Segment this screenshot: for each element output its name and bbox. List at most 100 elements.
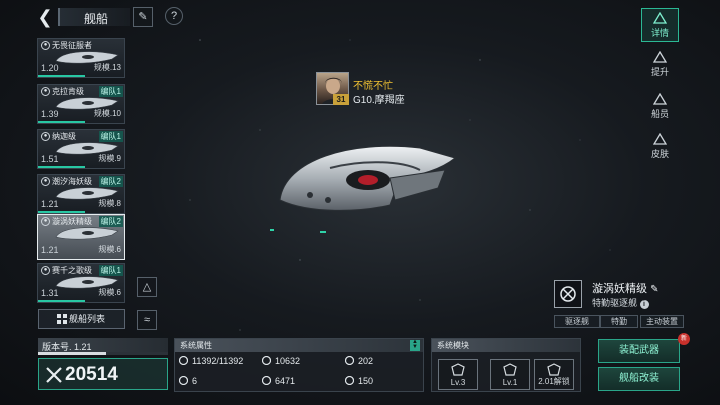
ship-card-name: 潮汐海妖级 [52,177,92,186]
version-progress-track [38,352,168,355]
lock-icon [547,363,561,376]
edit-icon[interactable]: ✎ [133,7,153,27]
ship-card-level: 1.21 [41,199,59,209]
ship-card-name: 无畏征服者 [52,41,92,50]
ship-card[interactable]: ● 漩涡妖精级 编队2 1.21 规模.6 [37,214,125,260]
ship-model[interactable] [270,130,470,235]
ship-card-scale: 规模.6 [98,288,121,297]
tab-detail[interactable]: 详情 [641,8,679,42]
ship-class-emblem-icon [554,280,582,308]
ship-card-progress [38,75,86,77]
module-label: Lv.1 [502,378,518,387]
tab-crew[interactable]: 船员 [641,90,679,120]
rename-pencil-icon[interactable]: ✎ [650,284,658,295]
module-slot[interactable]: Lv.1 [490,359,530,390]
ship-list-button[interactable]: 舰船列表 [38,309,125,329]
tab-label: 提升 [650,67,669,77]
upgrade-icon [653,51,667,63]
stat-cargo: 150 [345,376,373,386]
ship-card-level: 1.21 [41,245,59,255]
ship-card[interactable]: ● 赛千之歌级 编队1 1.31 规模.6 [37,263,125,303]
page-title: 舰船 [84,12,109,26]
module-slot[interactable]: 2.01解锁 [534,359,574,390]
ship-card-team: 编队2 [98,176,123,187]
ship-card[interactable]: ● 无畏征服者 1.20 规模.13 [37,38,125,78]
ship-card-team: 编队1 [98,86,123,97]
ship-card-scale: 规模.6 [98,245,121,254]
module-label: 2.01解锁 [538,377,570,386]
cargo-icon [345,376,354,385]
ship-class-icon: ● [41,132,50,141]
ship-card-team: 编队1 [98,265,123,276]
system-attributes-header: 系统属性 [175,339,423,352]
ship-class-icon: ● [41,41,50,50]
ship-card-team: 编队1 [98,131,123,142]
ship-card-progress [38,211,86,213]
ship-card[interactable]: ● 纳迦级 编队1 1.51 规模.9 [37,129,125,169]
speed-icon [345,356,354,365]
armor-icon [262,356,271,365]
ship-card-name: 纳迦级 [52,132,76,141]
ship-card-name: 克拉肯级 [52,87,84,96]
info-icon[interactable]: i [639,300,649,309]
power-box: 20514 [38,358,168,390]
wing-icon[interactable]: ≈ [137,310,157,330]
grid-icon [57,314,67,324]
tab-label: 详情 [650,28,669,38]
ship-card-level: 1.39 [41,109,59,119]
ship-class-icon: ● [41,177,50,186]
module-label: Lv.3 [450,378,466,387]
stat-grid: 6 [179,376,197,386]
equip-weapon-button[interactable]: 装配武器 [598,339,680,363]
ship-class-icon: ● [41,87,50,96]
stat-shield: 11392/11392 [179,356,243,366]
ship-card-progress [38,166,86,168]
ship-class-icon: ● [41,266,50,275]
ship-refit-button[interactable]: 舰船改装 [598,367,680,391]
ship-card-name: 漩涡妖精级 [52,217,92,226]
system-modules-header: 系统模块 [432,339,580,352]
version-bar: 版本号. 1.21 [38,338,168,352]
ship-card-progress [38,121,86,123]
tab-upgrade[interactable]: 提升 [641,48,679,78]
ship-card-level: 1.31 [41,288,59,298]
ship-card-progress [38,300,86,302]
captain-name: 不慌不忙 [353,81,393,92]
ship-name: 漩涡妖精级 ✎ [592,283,659,295]
ship-card[interactable]: ● 克拉肯级 编队1 1.39 规模.10 [37,84,125,124]
ship-card-scale: 规模.13 [93,63,121,72]
tag-active-device: 主动装置 [640,315,684,328]
target-icon [262,376,271,385]
captain-level-badge: 31 [333,94,349,105]
ship-card[interactable]: ● 潮汐海妖级 编队2 1.21 规模.8 [37,174,125,214]
stat-target: 6471 [262,376,295,386]
tab-label: 船员 [650,109,669,119]
stat-armor: 10632 [262,356,300,366]
fleet-emblem-icon[interactable]: △ [137,277,157,297]
tab-label: 皮肤 [650,149,669,159]
help-icon[interactable]: ? [165,7,183,25]
ship-card-scale: 规模.10 [93,109,121,118]
ship-card-level: 1.20 [41,63,59,73]
crossed-swords-icon [46,367,62,383]
expand-toggle-icon[interactable]: ▲ ▼ [410,339,420,351]
shield-module-icon [451,363,465,376]
ship-list-button-label: 舰船列表 [69,314,106,324]
ship-card-scale: 规模.8 [98,199,121,208]
skin-icon [653,133,667,145]
thruster-module-icon [503,363,517,376]
shield-icon [179,356,188,365]
crew-icon [653,93,667,105]
ship-card-scale: 规模.9 [98,154,121,163]
tag-special: 特勤 [600,315,638,328]
ship-card-name: 赛千之歌级 [52,266,92,275]
tab-skin[interactable]: 皮肤 [641,130,679,160]
ship-type: 特勤驱逐舰 i [592,296,649,309]
tag-destroyer: 驱逐舰 [554,315,600,328]
module-slot[interactable]: Lv.3 [438,359,478,390]
ship-card-team: 编队2 [98,216,123,227]
stat-speed: 202 [345,356,373,366]
back-arrow-icon[interactable]: ❮ [34,6,56,28]
new-badge: 新 [678,333,690,345]
captain-location: G10.摩羯座 [353,95,405,106]
